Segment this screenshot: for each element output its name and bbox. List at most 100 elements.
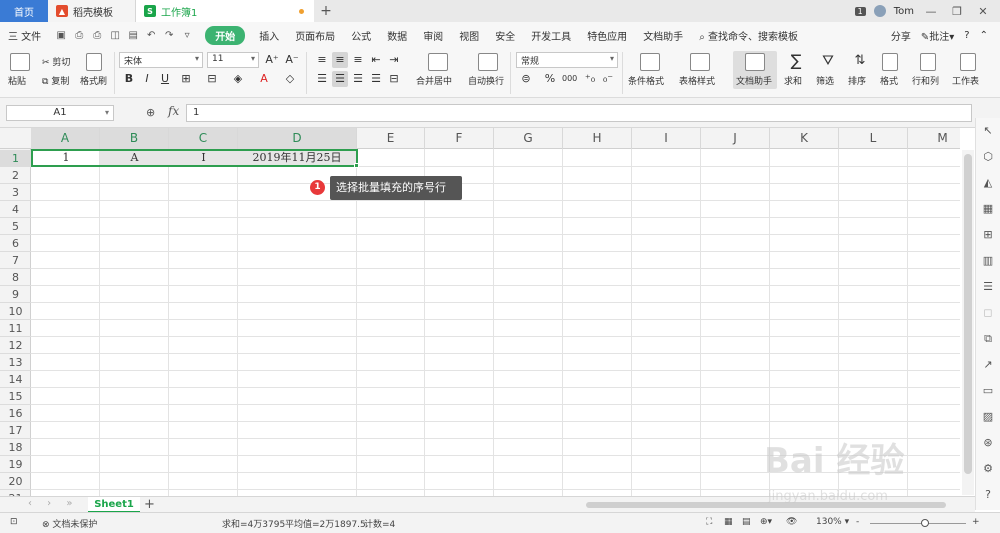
command-search[interactable]: ⌕ 查找命令、搜索模板	[691, 28, 806, 43]
zoom-slider-handle[interactable]	[921, 519, 929, 527]
column-header-i[interactable]: I	[632, 128, 701, 149]
style-icon[interactable]: ◭	[981, 176, 995, 190]
thousands-button[interactable]: 000	[562, 74, 577, 83]
wrap-text-button[interactable]: 自动换行	[468, 74, 504, 87]
apps-icon[interactable]: ⊞	[981, 228, 995, 242]
layout-view-icon[interactable]: ⊕▾	[760, 517, 772, 527]
user-name[interactable]: Tom	[894, 6, 914, 17]
row-header-13[interactable]: 13	[0, 354, 31, 371]
fx-button[interactable]: fx	[168, 104, 179, 118]
worksheet-button[interactable]: 工作表	[952, 74, 979, 87]
row-header-10[interactable]: 10	[0, 303, 31, 320]
close-icon[interactable]: ✕	[974, 5, 992, 18]
filter-button[interactable]: 筛选	[816, 74, 834, 87]
customize-qa-icon[interactable]: ▿	[181, 30, 193, 41]
column-header-g[interactable]: G	[494, 128, 563, 149]
zoom-out-button[interactable]: -	[856, 517, 859, 527]
column-header-e[interactable]: E	[357, 128, 425, 149]
pointer-icon[interactable]: ↖	[981, 124, 995, 138]
number-format-select[interactable]: 常规	[516, 52, 618, 68]
row-header-14[interactable]: 14	[0, 371, 31, 388]
column-header-l[interactable]: L	[839, 128, 908, 149]
undo-icon[interactable]: ↶	[145, 30, 157, 41]
font-size-select[interactable]: 11	[207, 52, 259, 68]
column-header-f[interactable]: F	[425, 128, 494, 149]
tab-formulas[interactable]: 公式	[343, 28, 379, 43]
filter-icon[interactable]: ⛛	[820, 53, 836, 69]
column-header-b[interactable]: B	[100, 128, 169, 149]
redo-icon[interactable]: ↷	[163, 30, 175, 41]
image-icon[interactable]: ▨	[981, 410, 995, 424]
conditional-format-icon[interactable]	[640, 53, 660, 71]
table-icon[interactable]: ▦	[981, 202, 995, 216]
doc-protect-status[interactable]: ⊗ 文档未保护	[42, 517, 97, 530]
column-header-d[interactable]: D	[238, 128, 357, 149]
row-header-16[interactable]: 16	[0, 405, 31, 422]
tab-special-apps[interactable]: 特色应用	[579, 28, 635, 43]
sum-icon[interactable]: ∑	[788, 53, 804, 69]
zoom-level[interactable]: 130% ▾	[816, 517, 849, 527]
row-header-15[interactable]: 15	[0, 388, 31, 405]
conditional-format-button[interactable]: 条件格式	[628, 74, 664, 87]
vertical-scroll-thumb[interactable]	[964, 154, 972, 474]
avatar[interactable]	[873, 5, 886, 17]
shapes-icon[interactable]: ⬡	[981, 150, 995, 164]
row-header-5[interactable]: 5	[0, 218, 31, 235]
worksheet-icon[interactable]	[960, 53, 976, 71]
tab-doc-assistant[interactable]: 文档助手	[635, 28, 691, 43]
export-pdf-icon[interactable]: ⎙	[73, 30, 85, 41]
row-header-8[interactable]: 8	[0, 269, 31, 286]
merge-center-button[interactable]: 合并居中	[416, 74, 452, 87]
decrease-decimal-icon[interactable]: ₀⁻	[600, 71, 616, 87]
add-sheet-button[interactable]: +	[144, 497, 155, 512]
align-middle-icon[interactable]: ≡	[332, 52, 348, 68]
increase-decimal-icon[interactable]: ⁺₀	[582, 71, 598, 87]
save-icon[interactable]: ▣	[55, 30, 67, 41]
row-header-18[interactable]: 18	[0, 439, 31, 456]
fill-color-icon[interactable]: ◈	[230, 71, 246, 87]
align-left-icon[interactable]: ☰	[314, 71, 330, 87]
copy-button[interactable]: ⧉ 复制	[42, 74, 69, 87]
row-header-20[interactable]: 20	[0, 473, 31, 490]
align-bottom-icon[interactable]: ≡	[350, 52, 366, 68]
format-painter-icon[interactable]	[86, 53, 102, 71]
indent-right-icon[interactable]: ⇥	[386, 52, 402, 68]
name-box[interactable]: A1	[6, 105, 114, 121]
cell-style-icon[interactable]: ⊟	[204, 71, 220, 87]
border-icon[interactable]: ⊞	[178, 71, 194, 87]
clear-format-icon[interactable]: ◇	[282, 71, 298, 87]
column-header-a[interactable]: A	[31, 128, 100, 149]
underline-button[interactable]: U	[157, 71, 173, 87]
sheet-nav-arrows-icon[interactable]: ‹ › »	[28, 498, 78, 509]
decrease-font-icon[interactable]: A⁻	[284, 52, 300, 68]
download-icon[interactable]: ⊛	[981, 436, 995, 450]
row-header-9[interactable]: 9	[0, 286, 31, 303]
row-header-1[interactable]: 1	[0, 150, 31, 167]
share-button[interactable]: 分享	[891, 28, 911, 43]
print-icon[interactable]: ⎙	[91, 30, 103, 41]
tab-view[interactable]: 视图	[451, 28, 487, 43]
row-header-3[interactable]: 3	[0, 184, 31, 201]
font-name-select[interactable]: 宋体	[119, 52, 203, 68]
bold-button[interactable]: B	[121, 71, 137, 87]
row-header-17[interactable]: 17	[0, 422, 31, 439]
sheet-tab-sheet1[interactable]: Sheet1	[88, 497, 140, 513]
column-header-h[interactable]: H	[563, 128, 632, 149]
restore-icon[interactable]: ❐	[948, 5, 966, 18]
page-break-view-icon[interactable]: ▤	[742, 517, 751, 527]
list-icon[interactable]: ☰	[981, 280, 995, 294]
format-button[interactable]: 格式	[880, 74, 898, 87]
row-col-button[interactable]: 行和列	[912, 74, 939, 87]
new-tab-button[interactable]: +	[314, 0, 338, 22]
row-header-12[interactable]: 12	[0, 337, 31, 354]
row-header-11[interactable]: 11	[0, 320, 31, 337]
zoom-in-button[interactable]: +	[972, 517, 980, 527]
window-count-badge[interactable]: 1	[854, 6, 866, 16]
percent-button[interactable]: %	[542, 71, 558, 87]
doc-helper-icon[interactable]	[745, 53, 765, 71]
print-preview-icon[interactable]: ◫	[109, 30, 121, 41]
tab-workbook1[interactable]: S 工作簿1	[136, 0, 314, 22]
column-header-m[interactable]: M	[908, 128, 960, 149]
settings-icon[interactable]: ⚙	[981, 462, 995, 476]
archive-icon[interactable]: ▭	[981, 384, 995, 398]
